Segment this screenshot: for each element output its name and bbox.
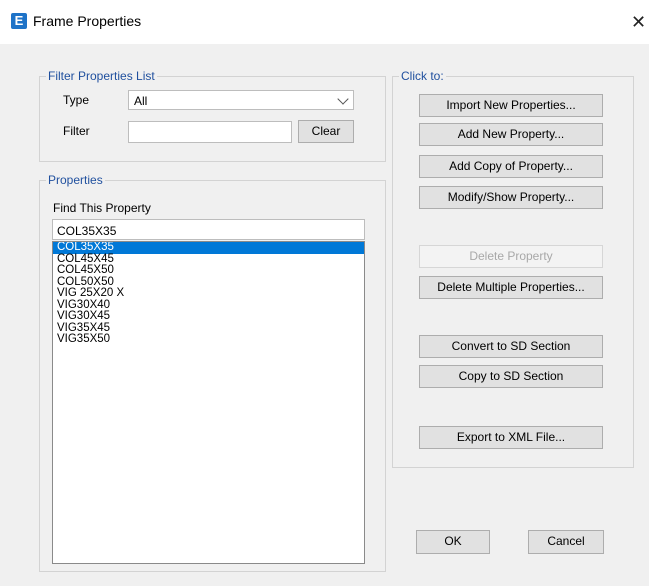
type-label: Type — [63, 93, 90, 107]
chevron-down-icon — [337, 93, 349, 105]
export-to-xml-file-button[interactable]: Export to XML File... — [419, 426, 603, 449]
find-property-value: COL35X35 — [57, 224, 117, 238]
find-property-input[interactable]: COL35X35 — [52, 219, 365, 240]
dialog-body: Filter Properties List Type All Filter C… — [8, 44, 649, 586]
properties-group-legend: Properties — [46, 173, 105, 187]
delete-multiple-properties-button[interactable]: Delete Multiple Properties... — [419, 276, 603, 299]
click-to-group: Click to: Import New Properties... Add N… — [392, 69, 634, 468]
delete-property-button[interactable]: Delete Property — [419, 245, 603, 268]
import-new-properties-button[interactable]: Import New Properties... — [419, 94, 603, 117]
list-item[interactable]: VIG 25X20 X — [53, 287, 364, 300]
ok-button[interactable]: OK — [416, 530, 490, 554]
type-select[interactable]: All — [128, 90, 354, 110]
modify-show-property-button[interactable]: Modify/Show Property... — [419, 186, 603, 209]
list-item[interactable]: COL35X35 — [53, 242, 364, 254]
properties-group: Properties Find This Property COL35X35 C… — [39, 173, 386, 572]
clear-button[interactable]: Clear — [298, 120, 354, 143]
filter-properties-group: Filter Properties List Type All Filter C… — [39, 69, 386, 162]
click-to-legend: Click to: — [399, 69, 446, 83]
copy-to-sd-section-button[interactable]: Copy to SD Section — [419, 365, 603, 388]
type-select-value: All — [134, 94, 148, 108]
list-item[interactable]: COL45X50 — [53, 264, 364, 277]
close-icon[interactable]: ✕ — [628, 8, 649, 36]
properties-list[interactable]: COL35X35 COL45X45 COL45X50 COL50X50 VIG … — [52, 241, 365, 564]
title-bar: E Frame Properties ✕ — [0, 0, 649, 44]
filter-label: Filter — [63, 124, 90, 138]
list-item[interactable]: VIG30X45 — [53, 310, 364, 323]
add-copy-of-property-button[interactable]: Add Copy of Property... — [419, 155, 603, 178]
find-property-label: Find This Property — [53, 201, 151, 215]
cancel-button[interactable]: Cancel — [528, 530, 604, 554]
list-item[interactable]: VIG35X50 — [53, 333, 364, 346]
filter-input[interactable] — [128, 121, 292, 143]
add-new-property-button[interactable]: Add New Property... — [419, 123, 603, 146]
app-logo-icon: E — [11, 13, 27, 29]
convert-to-sd-section-button[interactable]: Convert to SD Section — [419, 335, 603, 358]
filter-group-legend: Filter Properties List — [46, 69, 157, 83]
window-title: Frame Properties — [33, 13, 142, 29]
